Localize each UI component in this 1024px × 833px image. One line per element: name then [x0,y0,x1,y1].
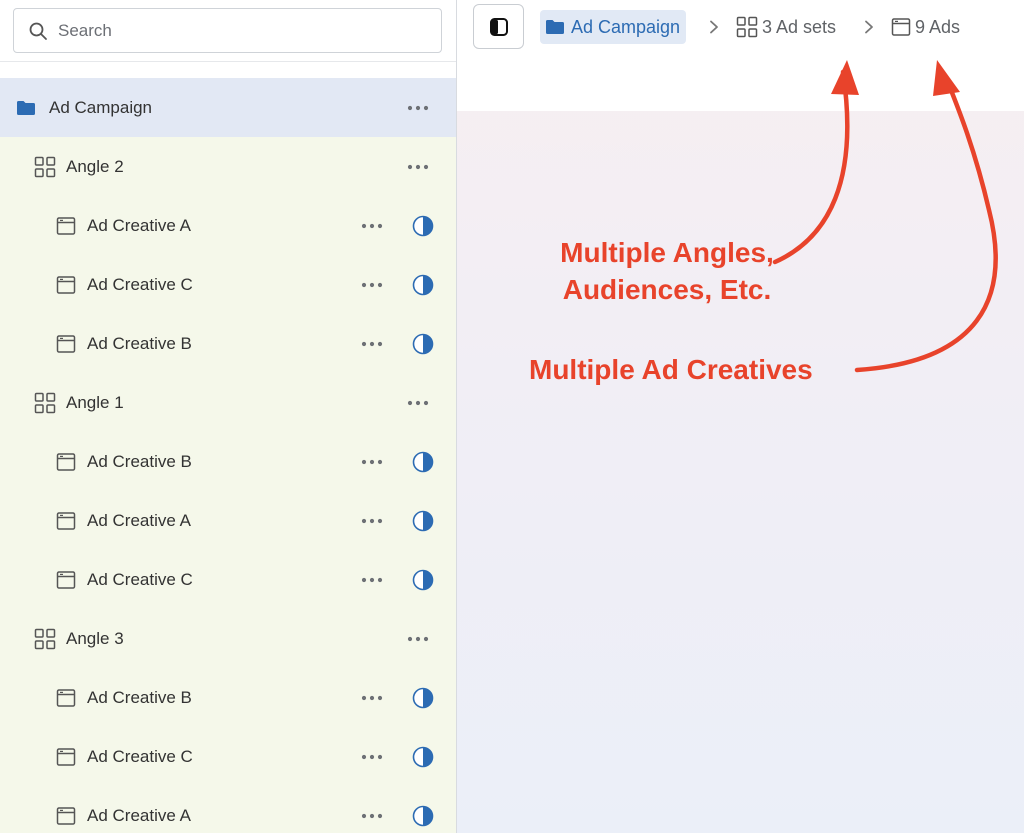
half-circle-status-icon[interactable] [412,510,434,532]
annotation-angles: Multiple Angles, Audiences, Etc. [527,234,807,308]
more-options-icon[interactable] [359,511,385,531]
tree-item-ad-campaign[interactable]: Ad Campaign [0,78,456,137]
tree-item-ad-creative[interactable]: Ad Creative A [0,491,456,550]
more-options-icon[interactable] [405,629,431,649]
ad-window-icon [55,274,77,296]
breadcrumb-ads[interactable]: 9 Ads [891,12,960,42]
tree-item-label: Ad Creative C [87,746,193,766]
ad-window-icon [55,805,77,827]
ad-window-icon [891,18,911,36]
tree-item-label: Ad Creative B [87,687,192,707]
main-panel: Ad Campaign 3 Ad sets 9 Ads Multiple Ang… [457,0,1024,833]
tree-item-label: Ad Campaign [49,97,153,117]
tree-item-label: Ad Creative C [87,569,193,589]
tree-item-label: Angle 3 [66,628,124,648]
more-options-icon[interactable] [359,747,385,767]
tree-item-ad-creative[interactable]: Ad Creative B [0,314,456,373]
half-circle-status-icon[interactable] [412,333,434,355]
sidebar-toggle-button[interactable] [473,4,524,49]
half-circle-status-icon[interactable] [412,215,434,237]
tree-item-ad-creative[interactable]: Ad Creative B [0,432,456,491]
tree-item-label: Ad Creative A [87,510,191,530]
ad-window-icon [55,569,77,591]
breadcrumb-campaign[interactable]: Ad Campaign [540,10,687,44]
half-circle-status-icon[interactable] [412,805,434,827]
breadcrumb-adsets[interactable]: 3 Ad sets [736,12,836,42]
more-options-icon[interactable] [359,275,385,295]
grid-icon [736,16,758,38]
breadcrumb-ads-label: 9 Ads [915,16,961,37]
more-options-icon[interactable] [359,216,385,236]
search-box[interactable] [13,8,442,53]
annotation-angles-line2: Audiences, Etc. [562,274,772,305]
more-options-icon[interactable] [405,393,431,413]
more-options-icon[interactable] [359,334,385,354]
tree-item-label: Ad Creative A [87,215,191,235]
tree-item-label: Ad Creative B [87,333,192,353]
grid-icon [34,628,56,650]
half-circle-status-icon[interactable] [412,746,434,768]
half-circle-status-icon[interactable] [412,451,434,473]
tree-item-angle[interactable]: Angle 1 [0,373,456,432]
ad-window-icon [55,746,77,768]
breadcrumb-campaign-label: Ad Campaign [571,16,681,37]
ad-window-icon [55,333,77,355]
search-area [0,0,456,62]
tree-item-label: Ad Creative A [87,805,191,825]
more-options-icon[interactable] [359,806,385,826]
chevron-right-icon [862,17,876,37]
more-options-icon[interactable] [405,157,431,177]
more-options-icon[interactable] [359,570,385,590]
campaign-tree: Ad Campaign Angle 2 Ad Creative A Ad Creat… [0,78,456,833]
annotation-creatives: Multiple Ad Creatives [529,354,813,385]
ad-window-icon [55,510,77,532]
tree-item-label: Ad Creative C [87,274,193,294]
tree-item-ad-creative[interactable]: Ad Creative A [0,786,456,833]
tree-item-label: Angle 2 [66,156,124,176]
chevron-right-icon [707,17,721,37]
search-input[interactable] [58,20,388,41]
grid-icon [34,156,56,178]
half-circle-status-icon[interactable] [412,274,434,296]
half-circle-status-icon[interactable] [412,569,434,591]
annotation-angles-line1: Multiple Angles, [560,237,774,268]
tree-item-label: Ad Creative B [87,451,192,471]
folder-icon [546,20,564,34]
tree-item-ad-creative[interactable]: Ad Creative C [0,727,456,786]
sidebar-toggle-icon [489,17,508,36]
tree-item-ad-creative[interactable]: Ad Creative C [0,255,456,314]
half-circle-status-icon[interactable] [412,687,434,709]
breadcrumb-adsets-label: 3 Ad sets [762,16,837,37]
tree-item-ad-creative[interactable]: Ad Creative A [0,196,456,255]
more-options-icon[interactable] [359,688,385,708]
grid-icon [34,392,56,414]
tree-item-angle[interactable]: Angle 3 [0,609,456,668]
ad-window-icon [55,215,77,237]
search-icon [29,22,47,40]
tree-item-label: Angle 1 [66,392,124,412]
ad-window-icon [55,451,77,473]
tree-item-ad-creative[interactable]: Ad Creative C [0,550,456,609]
arrow-to-ads [854,77,998,373]
sidebar: Ad Campaign Angle 2 Ad Creative A Ad Creat… [0,0,457,833]
folder-icon [15,97,37,119]
more-options-icon[interactable] [359,452,385,472]
ad-window-icon [55,687,77,709]
top-bar: Ad Campaign 3 Ad sets 9 Ads [457,0,1024,111]
annotation-arrows [772,60,998,373]
more-options-icon[interactable] [405,98,431,118]
tree-item-angle[interactable]: Angle 2 [0,137,456,196]
tree-item-ad-creative[interactable]: Ad Creative B [0,668,456,727]
